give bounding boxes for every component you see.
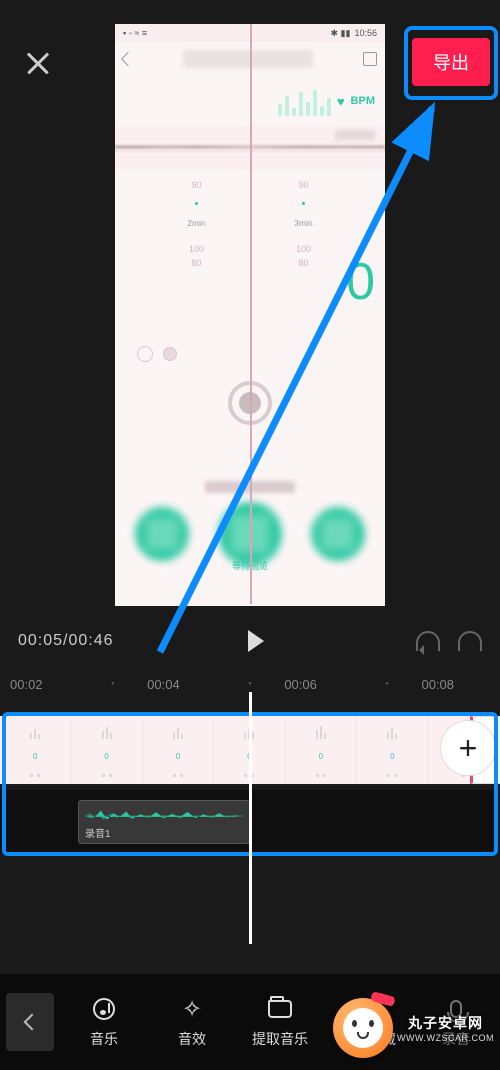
add-clip-button[interactable]: + [440, 720, 496, 776]
preview-big-value: 0 [346, 252, 375, 312]
watermark-url: WWW.WZSCAR.COM [397, 1033, 494, 1043]
bpm-label: BPM [351, 95, 375, 107]
time-marker: 00:02 [10, 677, 79, 692]
preview-action-3-blurred [311, 507, 365, 561]
music-icon [93, 998, 115, 1020]
star-icon: ✧ [182, 995, 202, 1024]
video-frame: 0 [286, 716, 357, 784]
time-marker: 00:06 [284, 677, 353, 692]
watermark: 丸子安卓网 WWW.WZSCAR.COM [333, 998, 494, 1058]
folder-icon [268, 1000, 292, 1018]
playback-time: 00:05/00:46 [18, 632, 114, 650]
preview-action-1-blurred [135, 507, 189, 561]
export-button[interactable]: 导出 [412, 38, 490, 86]
time-marker: 00:08 [421, 677, 490, 692]
undo-button[interactable] [416, 631, 440, 651]
tool-extract-music[interactable]: 提取音乐 [236, 995, 324, 1049]
chevron-left-icon [24, 1014, 41, 1031]
audio-clip-label: 录音1 [85, 825, 111, 840]
watermark-logo-icon [333, 998, 393, 1058]
playhead[interactable] [249, 692, 252, 944]
audio-clip[interactable]: 录音1 [78, 800, 250, 844]
video-frame: 0 [71, 716, 142, 784]
tool-music[interactable]: 音乐 [60, 995, 148, 1049]
watermark-title: 丸子安卓网 [408, 1013, 483, 1033]
tool-sound-effect[interactable]: ✧ 音效 [148, 995, 236, 1049]
time-marker: 00:04 [147, 677, 216, 692]
preview-title-blurred [183, 50, 313, 68]
play-button[interactable] [248, 630, 264, 652]
video-frame: 0 [143, 716, 214, 784]
toolbar-back-button[interactable] [6, 993, 54, 1051]
video-frame: 0 [357, 716, 428, 784]
heart-icon: ♥ [337, 94, 345, 109]
preview-share-icon [363, 52, 377, 66]
redo-button[interactable] [458, 631, 482, 651]
video-frame: 0 [0, 716, 71, 784]
close-button[interactable] [24, 48, 52, 76]
preview-center-line [250, 24, 252, 604]
bpm-bars-icon [278, 86, 331, 116]
preview-back-icon [121, 52, 135, 66]
